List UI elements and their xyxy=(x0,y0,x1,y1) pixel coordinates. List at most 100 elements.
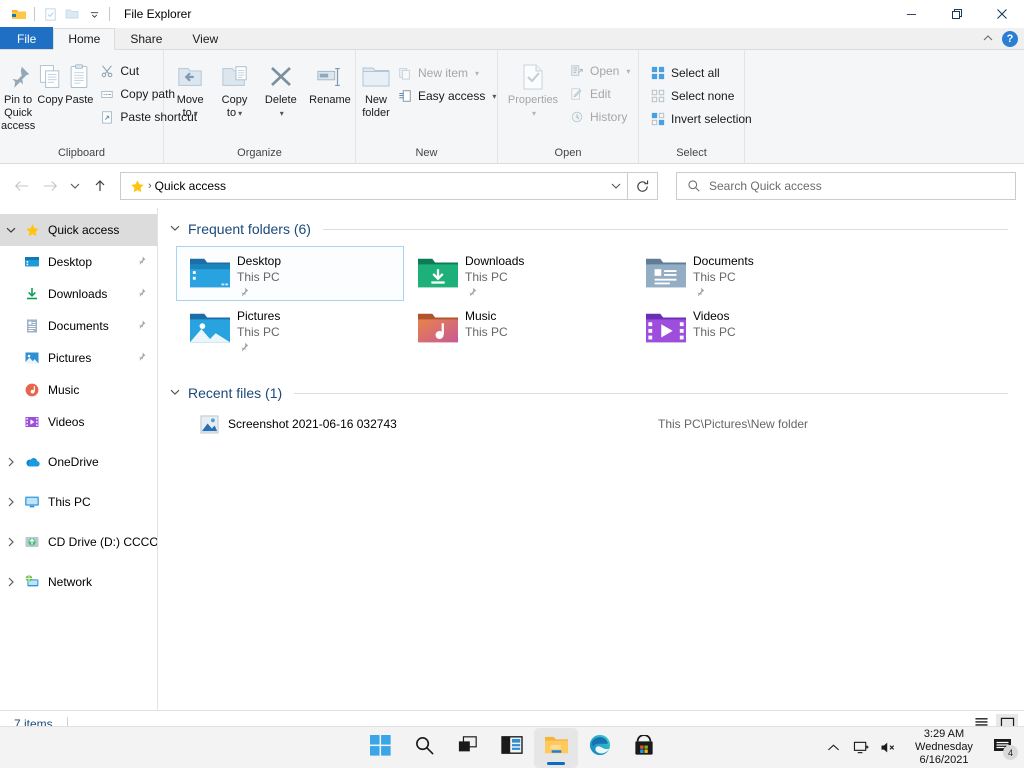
collapse-ribbon-button[interactable] xyxy=(978,34,998,44)
tab-share[interactable]: Share xyxy=(115,27,177,49)
new-folder-icon[interactable] xyxy=(61,3,83,25)
button-label: Edit xyxy=(590,87,611,101)
help-button[interactable]: ? xyxy=(1002,31,1018,47)
start-button[interactable] xyxy=(358,728,402,768)
sidebar-item-videos[interactable]: Videos xyxy=(0,406,157,438)
copy-to-button[interactable]: Copy to ▾ xyxy=(212,54,256,128)
chevron-right-icon[interactable] xyxy=(0,497,22,507)
button-label: Move xyxy=(176,94,204,106)
task-view-button[interactable] xyxy=(446,728,490,768)
invert-selection-button[interactable]: Invert selection xyxy=(645,108,757,130)
back-button[interactable] xyxy=(8,171,36,201)
sidebar-item-quick-access[interactable]: Quick access xyxy=(0,214,157,246)
select-all-icon xyxy=(650,65,666,81)
chevron-down-icon[interactable] xyxy=(83,3,105,25)
properties-button[interactable]: Properties ▾ xyxy=(502,54,564,128)
microsoft-store-button[interactable] xyxy=(622,728,666,768)
folder-location: This PC xyxy=(465,270,508,284)
chevron-up-icon[interactable] xyxy=(824,743,842,753)
rename-button[interactable]: Rename xyxy=(305,54,355,128)
select-all-button[interactable]: Select all xyxy=(645,62,757,84)
chevron-down-icon: ▾ xyxy=(492,91,497,101)
sidebar-item-label: This PC xyxy=(48,495,91,509)
tab-home[interactable]: Home xyxy=(53,28,116,50)
sidebar-item-pictures[interactable]: Pictures xyxy=(0,342,157,374)
pin-to-quick-access-button[interactable]: Pin to Quick access xyxy=(0,54,36,133)
select-none-button[interactable]: Select none xyxy=(645,85,757,107)
tab-file[interactable]: File xyxy=(0,27,54,49)
move-to-button[interactable]: Move to ▾ xyxy=(168,54,212,128)
close-button[interactable] xyxy=(979,0,1024,28)
folder-icon[interactable] xyxy=(8,3,30,25)
maximize-restore-button[interactable] xyxy=(934,0,979,28)
folder-tile-videos[interactable]: Videos This PC xyxy=(632,301,860,356)
notification-center-button[interactable]: 4 xyxy=(990,737,1018,760)
folder-tile-downloads[interactable]: Downloads This PC xyxy=(404,246,632,301)
folder-tile-documents[interactable]: Documents This PC xyxy=(632,246,860,301)
breadcrumb-separator: › xyxy=(148,180,152,192)
volume-muted-icon[interactable] xyxy=(880,740,898,755)
chevron-down-icon[interactable] xyxy=(0,226,22,234)
breadcrumb[interactable]: › Quick access xyxy=(121,179,605,194)
widgets-icon xyxy=(501,735,523,760)
button-label: New item xyxy=(418,66,469,80)
edit-button[interactable]: Edit xyxy=(564,83,635,105)
forward-button[interactable] xyxy=(36,171,64,201)
folder-location: This PC xyxy=(237,270,280,284)
properties-icon[interactable] xyxy=(39,3,61,25)
section-header-frequent-folders[interactable]: Frequent folders (6) xyxy=(168,216,1008,242)
refresh-button[interactable] xyxy=(628,172,658,200)
folder-tile-music[interactable]: Music This PC xyxy=(404,301,632,356)
new-folder-button[interactable]: New folder xyxy=(360,54,392,128)
breadcrumb-current[interactable]: Quick access xyxy=(155,179,226,193)
file-explorer-button[interactable] xyxy=(534,727,578,768)
sidebar-item-music[interactable]: Music xyxy=(0,374,157,406)
copy-button[interactable]: Copy xyxy=(36,54,64,128)
delete-button[interactable]: Delete ▾ xyxy=(257,54,305,128)
clock[interactable]: 3:29 AM Wednesday 6/16/2021 xyxy=(908,728,980,767)
sidebar-item-onedrive[interactable]: OneDrive xyxy=(0,446,157,478)
widgets-button[interactable] xyxy=(490,728,534,768)
easy-access-button[interactable]: Easy access ▾ xyxy=(392,85,501,107)
sidebar-item-desktop[interactable]: Desktop xyxy=(0,246,157,278)
recent-file-row[interactable]: Screenshot 2021-06-16 032743 This PC\Pic… xyxy=(168,410,1008,438)
file-list-pane[interactable]: Frequent folders (6) Desktop This PC Dow… xyxy=(158,208,1024,710)
chevron-right-icon[interactable] xyxy=(0,457,22,467)
file-explorer-icon xyxy=(544,734,569,761)
sidebar-item-documents[interactable]: Documents xyxy=(0,310,157,342)
tab-view[interactable]: View xyxy=(177,27,233,49)
search-taskbar-button[interactable] xyxy=(402,728,446,768)
sidebar-item-this-pc[interactable]: This PC xyxy=(0,486,157,518)
ribbon-group-new: New folder New item ▾ Easy access ▾ New xyxy=(356,50,498,163)
taskbar: 3:29 AM Wednesday 6/16/2021 4 xyxy=(0,726,1024,768)
recent-locations-button[interactable] xyxy=(64,171,86,201)
edge-button[interactable] xyxy=(578,728,622,768)
pin-icon xyxy=(135,255,147,270)
minimize-button[interactable] xyxy=(889,0,934,28)
section-header-recent-files[interactable]: Recent files (1) xyxy=(168,380,1008,406)
button-label: Invert selection xyxy=(671,112,752,126)
chevron-down-icon[interactable] xyxy=(168,388,182,399)
section-divider xyxy=(294,392,1008,394)
downloads-folder-icon xyxy=(411,251,465,293)
paste-button[interactable]: Paste xyxy=(64,54,94,128)
sidebar-item-cd-drive[interactable]: CD Drive (D:) CCCOM xyxy=(0,526,157,558)
search-box[interactable]: Search Quick access xyxy=(676,172,1016,200)
group-label-open: Open xyxy=(554,147,582,159)
navigation-pane: Quick access Desktop Downloads Documents… xyxy=(0,208,158,710)
chevron-down-icon[interactable] xyxy=(168,224,182,235)
address-bar[interactable]: › Quick access xyxy=(120,172,628,200)
new-item-button[interactable]: New item ▾ xyxy=(392,62,501,84)
folder-tile-desktop[interactable]: Desktop This PC xyxy=(176,246,404,301)
up-button[interactable] xyxy=(86,171,114,201)
sidebar-item-network[interactable]: Network xyxy=(0,566,157,598)
history-button[interactable]: History xyxy=(564,106,635,128)
address-dropdown-button[interactable] xyxy=(605,181,627,191)
sidebar-item-downloads[interactable]: Downloads xyxy=(0,278,157,310)
image-file-icon xyxy=(200,414,228,434)
chevron-right-icon[interactable] xyxy=(0,577,22,587)
network-tray-icon[interactable] xyxy=(852,740,870,755)
open-button[interactable]: Open ▾ xyxy=(564,60,635,82)
chevron-right-icon[interactable] xyxy=(0,537,22,547)
folder-tile-pictures[interactable]: Pictures This PC xyxy=(176,301,404,356)
